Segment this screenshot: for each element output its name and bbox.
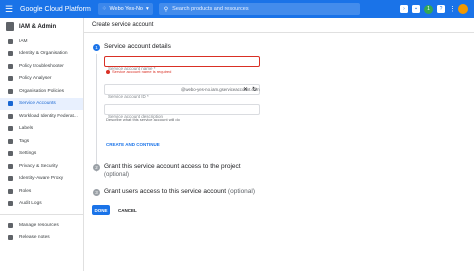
sidebar-item-label: Identity-Aware Proxy	[19, 176, 64, 182]
service-account-name-field[interactable]	[104, 56, 260, 73]
sidebar-item-policy-troubleshooter[interactable]: Policy troubleshooter	[0, 60, 83, 73]
sidebar-item-label: Privacy & Security	[19, 163, 58, 169]
sidebar-item-label: Release notes	[19, 235, 50, 241]
sidebar-item-label: Tags	[19, 138, 30, 144]
clear-icon[interactable]: ✕	[243, 86, 248, 93]
step-1-number: 1	[93, 44, 100, 51]
list-lines-icon	[8, 201, 13, 207]
help-icon[interactable]: ?	[437, 5, 445, 13]
sidebar-item-release-notes[interactable]: Release notes	[0, 232, 83, 245]
sidebar-item-label: Policy Analyser	[19, 76, 52, 82]
sidebar-item-privacy-security[interactable]: Privacy & Security	[0, 160, 83, 173]
label-icon	[8, 126, 13, 132]
description-helper-text: Describe what this service account will …	[106, 117, 180, 122]
step-2-title[interactable]: Grant this service account access to the…	[104, 163, 241, 170]
chevron-down-icon: ▾	[145, 6, 149, 12]
refresh-icon[interactable]: ↻	[252, 86, 257, 93]
app-title[interactable]: Google Cloud Platform	[20, 6, 91, 13]
sidebar-item-workload-identity[interactable]: Workload Identity Federat...	[0, 110, 83, 123]
cloud-shell-icon[interactable]: ›	[400, 5, 408, 13]
step-3-title-text: Grant users access to this service accou…	[104, 188, 227, 195]
project-dots-icon: ⁘	[101, 6, 107, 12]
sidebar-item-label: Policy troubleshooter	[19, 63, 64, 69]
page-title: Create service account	[84, 18, 474, 33]
service-account-description-field[interactable]	[104, 104, 260, 121]
step-3-optional: (optional)	[227, 188, 256, 195]
shield-icon	[8, 163, 13, 169]
sidebar-item-labels[interactable]: Labels	[0, 123, 83, 136]
folder-icon	[8, 222, 13, 228]
proxy-icon	[8, 176, 13, 182]
service-account-id-field[interactable]: @webo-yes-no.iam.gserviceaccount.com ✕ ↻	[104, 84, 260, 101]
search-bar[interactable]: ⚲	[158, 3, 360, 15]
sidebar-item-label: Manage resources	[19, 222, 59, 228]
sidebar-item-service-accounts[interactable]: Service Accounts	[0, 97, 83, 110]
document-search-icon	[8, 76, 13, 82]
gear-icon	[8, 151, 13, 157]
person-icon	[8, 38, 13, 44]
roles-icon	[8, 188, 13, 194]
project-selector[interactable]: ⁘ Webo Yes-No ▾	[97, 3, 153, 15]
wrench-icon	[8, 63, 13, 69]
avatar[interactable]	[458, 4, 468, 14]
sidebar-title: IAM & Admin	[19, 23, 57, 30]
sidebar-item-label: Organisation Policies	[19, 88, 65, 94]
list-icon	[8, 88, 13, 94]
step-connector	[96, 54, 97, 172]
sidebar-header: IAM & Admin	[0, 18, 83, 35]
sidebar-divider	[0, 214, 83, 215]
top-bar: ☰ Google Cloud Platform ⁘ Webo Yes-No ▾ …	[0, 0, 474, 18]
sidebar-item-label: IAM	[19, 38, 28, 44]
sidebar: IAM & Admin IAM Identity & Organisation …	[0, 18, 84, 271]
main-content: Create service account 1 Service account…	[84, 18, 474, 271]
error-icon	[106, 69, 110, 74]
sidebar-item-organisation-policies[interactable]: Organisation Policies	[0, 85, 83, 98]
service-account-icon	[8, 101, 13, 107]
search-input[interactable]	[172, 6, 343, 12]
notes-icon	[8, 235, 13, 241]
step-3-number: 3	[93, 189, 100, 196]
step-3-title[interactable]: Grant users access to this service accou…	[104, 188, 255, 195]
sidebar-item-policy-analyser[interactable]: Policy Analyser	[0, 73, 83, 86]
step-2-number: 2	[93, 164, 100, 171]
step-1-title: Service account details	[104, 43, 171, 50]
sidebar-item-iam[interactable]: IAM	[0, 35, 83, 48]
sidebar-item-label: Roles	[19, 188, 32, 194]
sidebar-item-label: Identity & Organisation	[19, 51, 68, 57]
sidebar-item-label: Audit Logs	[19, 201, 42, 207]
done-button[interactable]: DONE	[92, 205, 110, 215]
gift-icon[interactable]: ▪	[412, 5, 420, 13]
name-error-message: Service account name is required	[106, 69, 171, 74]
notifications-badge[interactable]: 1	[424, 4, 433, 14]
sidebar-item-settings[interactable]: Settings	[0, 148, 83, 161]
id-card-icon	[8, 113, 13, 119]
create-and-continue-button[interactable]: CREATE AND CONTINUE	[106, 142, 160, 147]
sidebar-item-manage-resources[interactable]: Manage resources	[0, 219, 83, 232]
topbar-actions: › ▪ 1 ? ⋮	[400, 4, 474, 14]
sidebar-item-tags[interactable]: Tags	[0, 135, 83, 148]
iam-shield-icon	[6, 22, 14, 31]
sidebar-item-roles[interactable]: Roles	[0, 185, 83, 198]
sidebar-item-label: Labels	[19, 126, 34, 132]
search-icon: ⚲	[163, 6, 169, 13]
project-name: Webo Yes-No	[109, 6, 143, 12]
sidebar-item-label: Workload Identity Federat...	[19, 113, 78, 119]
sidebar-item-label: Service Accounts	[19, 101, 56, 107]
name-error-text: Service account name is required	[112, 69, 172, 74]
sidebar-item-audit-logs[interactable]: Audit Logs	[0, 198, 83, 211]
cancel-button[interactable]: CANCEL	[118, 205, 137, 215]
hamburger-menu-icon[interactable]: ☰	[0, 0, 18, 18]
tag-icon	[8, 138, 13, 144]
sidebar-item-label: Settings	[19, 151, 37, 157]
sidebar-item-identity-organisation[interactable]: Identity & Organisation	[0, 48, 83, 61]
id-field-actions: ✕ ↻	[243, 85, 257, 94]
person-circle-icon	[8, 51, 13, 57]
sidebar-item-identity-aware-proxy[interactable]: Identity-Aware Proxy	[0, 173, 83, 186]
step-2-optional: (optional)	[104, 172, 130, 178]
more-options-icon[interactable]: ⋮	[449, 5, 456, 13]
